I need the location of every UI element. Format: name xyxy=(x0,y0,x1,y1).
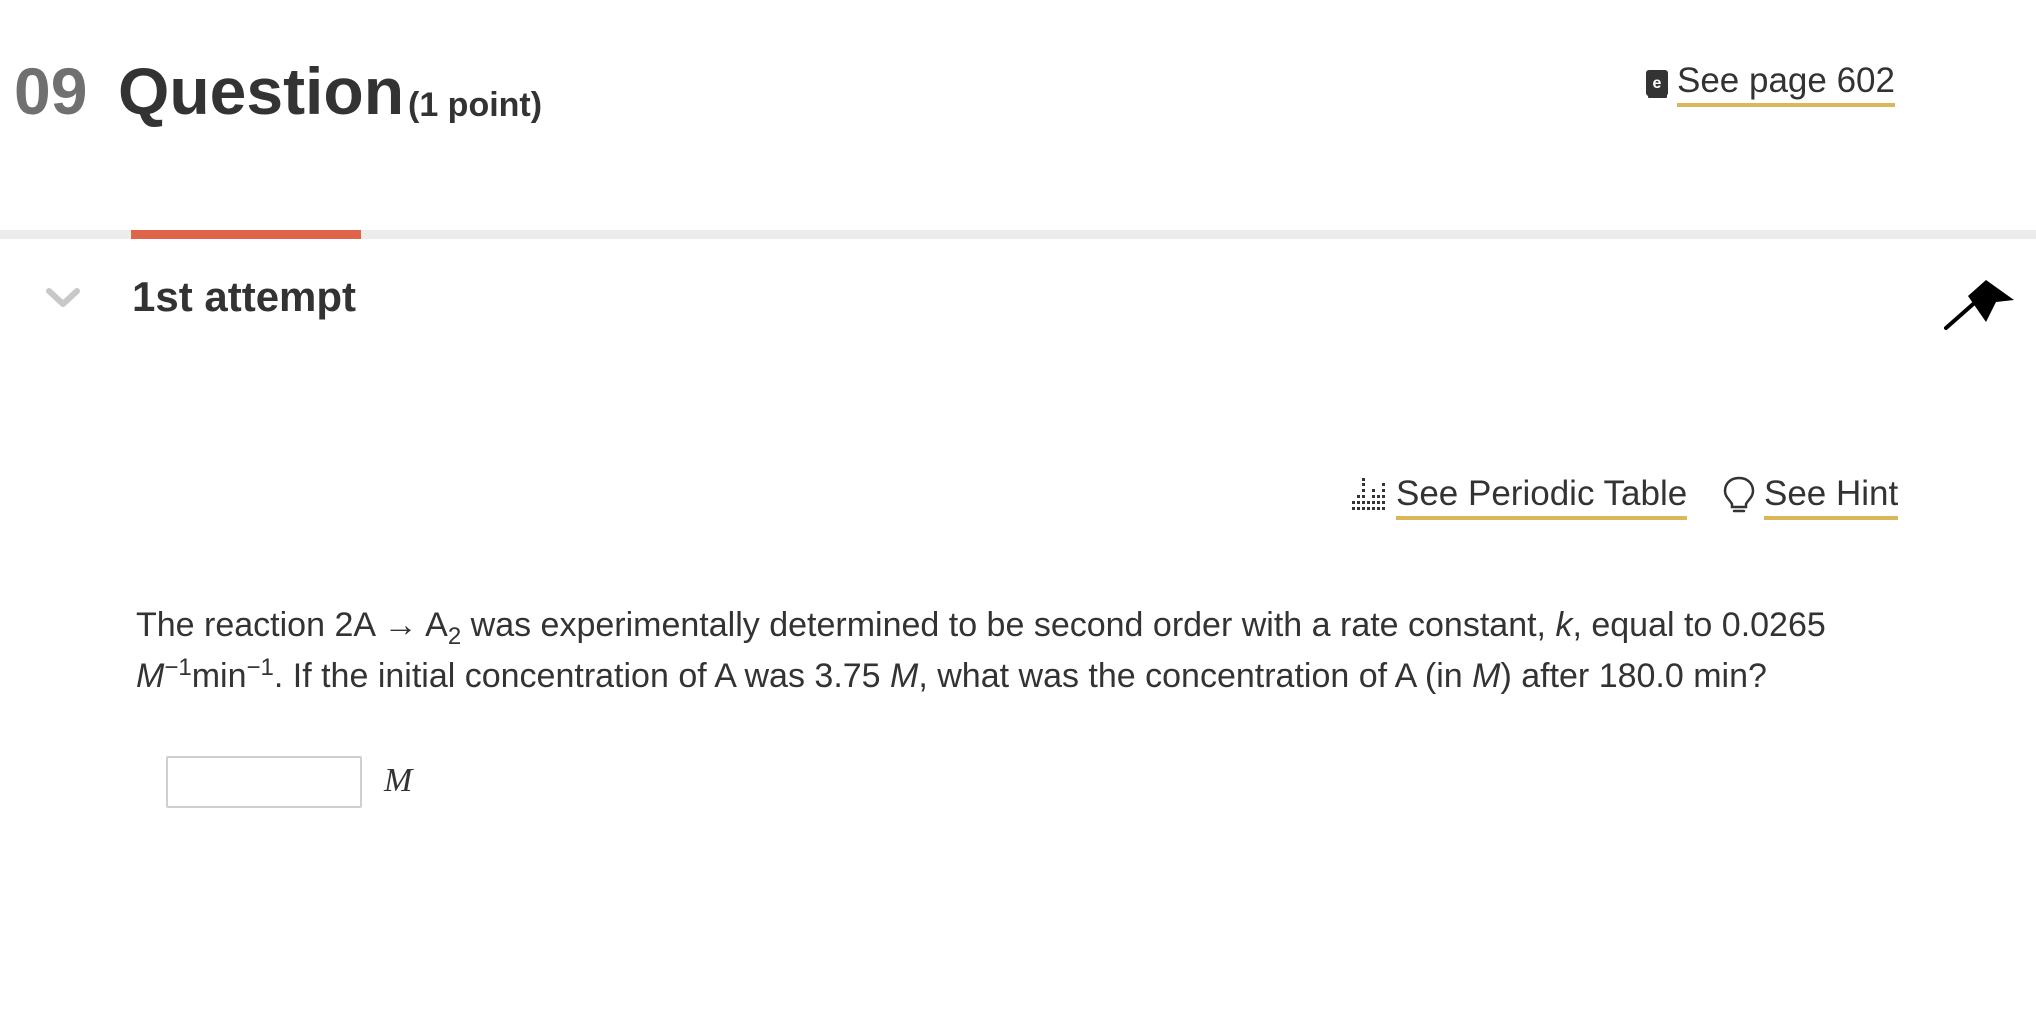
answer-input[interactable] xyxy=(166,756,362,808)
question-text-segment: The reaction 2A → A xyxy=(136,606,448,644)
ebook-icon: e xyxy=(1645,69,1669,99)
attempt-tab-indicator xyxy=(131,230,361,239)
molarity-unit: M xyxy=(136,657,165,695)
see-page-link[interactable]: e See page 602 xyxy=(1645,61,1895,107)
subscript: 2 xyxy=(447,623,462,650)
question-line-2: M−1min−1. If the initial concentration o… xyxy=(136,651,2016,702)
molarity-unit: M xyxy=(890,657,919,695)
question-number: 09 xyxy=(14,54,88,128)
svg-text:e: e xyxy=(1653,75,1662,92)
periodic-table-link[interactable]: See Periodic Table xyxy=(1350,474,1688,520)
attempt-title: 1st attempt xyxy=(132,273,357,320)
see-page-label[interactable]: See page 602 xyxy=(1677,61,1895,107)
periodic-table-icon xyxy=(1350,477,1388,518)
periodic-table-label[interactable]: See Periodic Table xyxy=(1396,474,1688,520)
question-text-segment: min xyxy=(191,657,247,695)
question-body: The reaction 2A → A2 was experimentally … xyxy=(136,600,2016,702)
question-text-segment: . If the initial concentration of A was … xyxy=(273,657,891,695)
superscript: −1 xyxy=(246,654,274,681)
hint-label[interactable]: See Hint xyxy=(1764,475,1899,520)
flag-icon[interactable] xyxy=(1942,276,2016,332)
question-line-1: The reaction 2A → A2 was experimentally … xyxy=(136,600,2016,651)
lightbulb-icon xyxy=(1722,475,1756,520)
question-title: Question xyxy=(118,54,405,128)
question-text-segment: , equal to 0.0265 xyxy=(1572,606,1826,644)
hint-link[interactable]: See Hint xyxy=(1722,475,1899,520)
question-page: 09 Question (1 point) e See page 602 1st… xyxy=(0,0,2036,1010)
question-points: (1 point) xyxy=(408,86,543,124)
molarity-unit: M xyxy=(1472,657,1501,695)
chevron-down-icon[interactable] xyxy=(44,286,82,310)
superscript: −1 xyxy=(164,654,192,681)
question-text-segment: was experimentally determined to be seco… xyxy=(461,606,1556,644)
question-text-segment: , what was the concentration of A (in xyxy=(918,657,1473,695)
rate-constant-symbol: k xyxy=(1555,606,1573,644)
question-text-segment: ) after 180.0 min? xyxy=(1500,657,1767,695)
answer-unit-label: M xyxy=(384,762,413,799)
